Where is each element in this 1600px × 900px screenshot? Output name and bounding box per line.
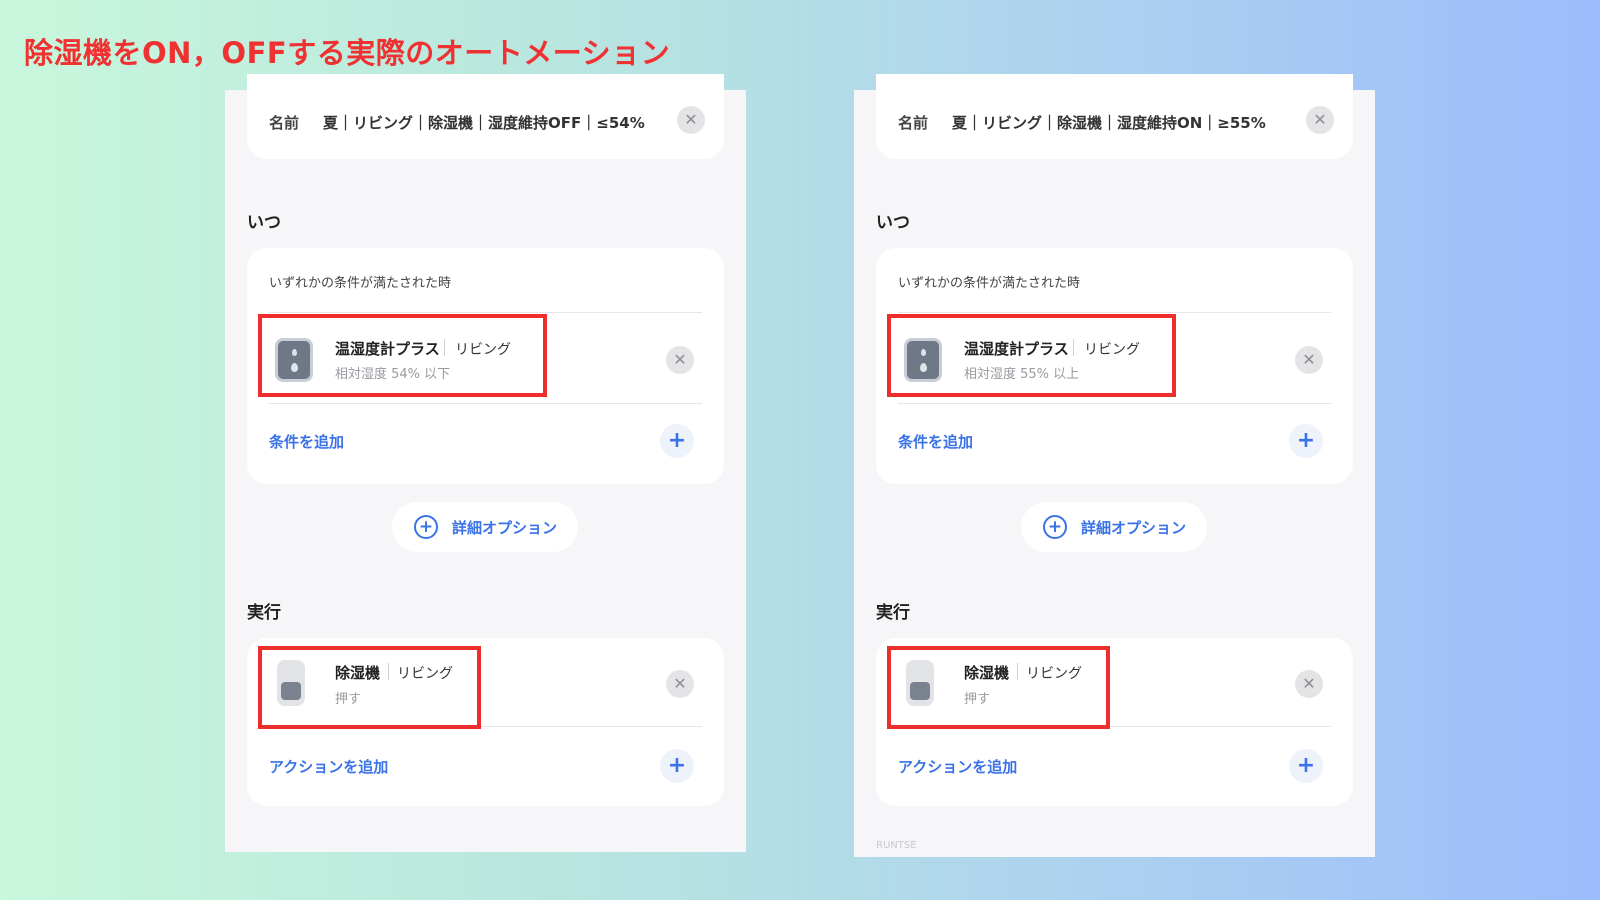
- automation-name-value[interactable]: 夏｜リビング｜除湿機｜湿度維持OFF｜≤54%: [323, 112, 645, 133]
- clear-name-icon[interactable]: ✕: [677, 106, 705, 134]
- add-action-plus-icon[interactable]: +: [1289, 749, 1323, 783]
- plus-circle-icon: +: [414, 515, 438, 539]
- condition-mode-hint[interactable]: いずれかの条件が満たされた時: [269, 272, 451, 291]
- divider: [269, 312, 702, 313]
- add-condition-plus-icon[interactable]: +: [1289, 424, 1323, 458]
- divider: [898, 403, 1331, 404]
- automation-panel-on: 名前 夏｜リビング｜除湿機｜湿度維持ON｜≥55% ✕ いつ いずれかの条件が満…: [854, 74, 1375, 857]
- remove-condition-icon[interactable]: ✕: [1295, 346, 1323, 374]
- cut-off-section-label: RUNTSE: [876, 840, 917, 851]
- add-condition-link[interactable]: 条件を追加: [269, 431, 344, 452]
- advanced-options-label: 詳細オプション: [452, 519, 558, 537]
- action-highlight-box: [887, 646, 1110, 729]
- divider: [269, 403, 702, 404]
- when-section-title: いつ: [876, 213, 910, 233]
- plus-circle-icon: +: [1043, 515, 1067, 539]
- remove-action-icon[interactable]: ✕: [666, 670, 694, 698]
- add-action-link[interactable]: アクションを追加: [898, 756, 1017, 777]
- name-card: 名前 夏｜リビング｜除湿機｜湿度維持OFF｜≤54% ✕: [247, 74, 724, 159]
- advanced-options-button[interactable]: + 詳細オプション: [392, 502, 578, 552]
- page-headline: 除湿機をON，OFFする実際のオートメーション: [24, 36, 671, 70]
- name-card: 名前 夏｜リビング｜除湿機｜湿度維持ON｜≥55% ✕: [876, 74, 1353, 159]
- condition-highlight-box: [258, 314, 547, 397]
- action-highlight-box: [258, 646, 481, 729]
- add-condition-link[interactable]: 条件を追加: [898, 431, 973, 452]
- automation-name-value[interactable]: 夏｜リビング｜除湿機｜湿度維持ON｜≥55%: [952, 112, 1266, 133]
- condition-mode-hint[interactable]: いずれかの条件が満たされた時: [898, 272, 1080, 291]
- divider: [898, 312, 1331, 313]
- execute-section-title: 実行: [247, 603, 281, 623]
- advanced-options-button[interactable]: + 詳細オプション: [1021, 502, 1207, 552]
- add-action-plus-icon[interactable]: +: [660, 749, 694, 783]
- execute-section-title: 実行: [876, 603, 910, 623]
- automation-panel-off: 名前 夏｜リビング｜除湿機｜湿度維持OFF｜≤54% ✕ いつ いずれかの条件が…: [225, 74, 746, 852]
- name-label: 名前: [898, 114, 929, 132]
- remove-condition-icon[interactable]: ✕: [666, 346, 694, 374]
- name-label: 名前: [269, 114, 300, 132]
- add-condition-plus-icon[interactable]: +: [660, 424, 694, 458]
- condition-highlight-box: [887, 314, 1176, 397]
- advanced-options-label: 詳細オプション: [1081, 519, 1187, 537]
- remove-action-icon[interactable]: ✕: [1295, 670, 1323, 698]
- when-section-title: いつ: [247, 213, 281, 233]
- clear-name-icon[interactable]: ✕: [1306, 106, 1334, 134]
- add-action-link[interactable]: アクションを追加: [269, 756, 388, 777]
